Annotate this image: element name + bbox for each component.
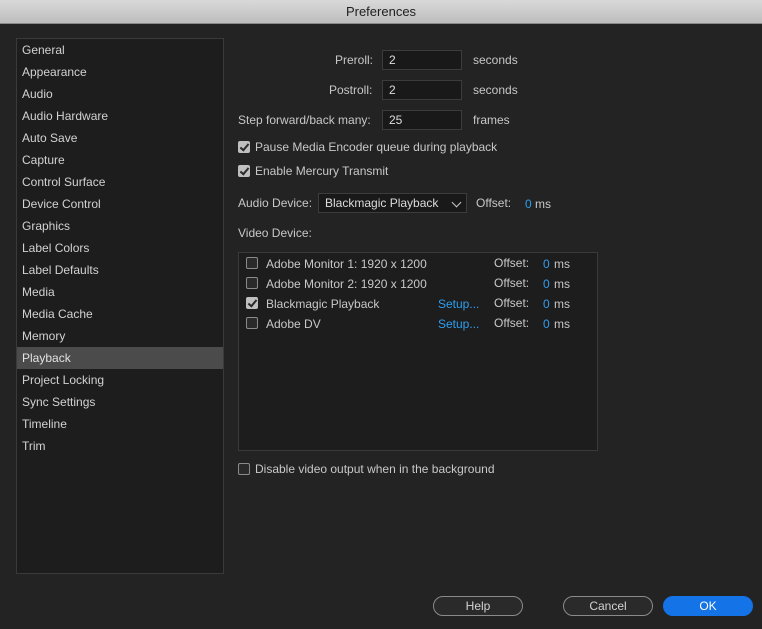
sidebar-item-capture[interactable]: Capture bbox=[17, 149, 223, 171]
sidebar-item-timeline[interactable]: Timeline bbox=[17, 413, 223, 435]
mercury-transmit-checkbox[interactable] bbox=[238, 165, 250, 177]
audio-device-value: Blackmagic Playback bbox=[325, 196, 439, 210]
sidebar-item-control-surface[interactable]: Control Surface bbox=[17, 171, 223, 193]
sidebar-item-label-colors[interactable]: Label Colors bbox=[17, 237, 223, 259]
video-device-name: Adobe Monitor 2: 1920 x 1200 bbox=[266, 277, 427, 291]
sidebar-item-audio[interactable]: Audio bbox=[17, 83, 223, 105]
sidebar-item-memory[interactable]: Memory bbox=[17, 325, 223, 347]
postroll-label: Postroll: bbox=[329, 83, 373, 97]
step-label: Step forward/back many: bbox=[238, 113, 371, 127]
video-device-offset-label: Offset: bbox=[494, 256, 530, 270]
cancel-button[interactable]: Cancel bbox=[563, 596, 653, 616]
preroll-field[interactable]: 2 bbox=[382, 50, 462, 70]
video-device-offset-label: Offset: bbox=[494, 316, 530, 330]
window-title: Preferences bbox=[345, 4, 417, 19]
video-device-offset-value[interactable]: 0 bbox=[543, 317, 550, 331]
video-device-offset-label: Offset: bbox=[494, 276, 530, 290]
postroll-unit: seconds bbox=[473, 83, 518, 97]
video-device-label: Video Device: bbox=[238, 226, 312, 240]
step-unit: frames bbox=[473, 113, 510, 127]
help-button[interactable]: Help bbox=[433, 596, 523, 616]
video-device-name: Adobe DV bbox=[266, 317, 321, 331]
video-device-offset-unit: ms bbox=[554, 257, 570, 271]
sidebar-item-sync-settings[interactable]: Sync Settings bbox=[17, 391, 223, 413]
step-field[interactable]: 25 bbox=[382, 110, 462, 130]
video-device-name: Blackmagic Playback bbox=[266, 297, 380, 311]
mercury-transmit-label: Enable Mercury Transmit bbox=[255, 164, 389, 178]
pause-encoder-checkbox[interactable] bbox=[238, 141, 250, 153]
pause-encoder-label: Pause Media Encoder queue during playbac… bbox=[255, 140, 498, 154]
sidebar-item-audio-hardware[interactable]: Audio Hardware bbox=[17, 105, 223, 127]
preroll-label: Preroll: bbox=[335, 53, 374, 67]
preroll-unit: seconds bbox=[473, 53, 518, 67]
postroll-field[interactable]: 2 bbox=[382, 80, 462, 100]
sidebar-item-general[interactable]: General bbox=[17, 39, 223, 61]
video-device-offset-label: Offset: bbox=[494, 296, 530, 310]
video-device-offset-unit: ms bbox=[554, 297, 570, 311]
disable-video-bg-label: Disable video output when in the backgro… bbox=[255, 462, 495, 476]
video-device-checkbox[interactable] bbox=[246, 257, 258, 269]
sidebar-item-playback[interactable]: Playback bbox=[17, 347, 223, 369]
audio-device-dropdown[interactable]: Blackmagic Playback bbox=[318, 193, 467, 213]
video-device-offset-unit: ms bbox=[554, 317, 570, 331]
sidebar-item-media[interactable]: Media bbox=[17, 281, 223, 303]
video-device-offset-value[interactable]: 0 bbox=[543, 277, 550, 291]
sidebar-item-auto-save[interactable]: Auto Save bbox=[17, 127, 223, 149]
sidebar-item-trim[interactable]: Trim bbox=[17, 435, 223, 457]
video-device-offset-value[interactable]: 0 bbox=[543, 257, 550, 271]
audio-device-label: Audio Device: bbox=[238, 196, 313, 210]
sidebar-item-graphics[interactable]: Graphics bbox=[17, 215, 223, 237]
chevron-down-icon bbox=[451, 197, 462, 208]
video-device-name: Adobe Monitor 1: 1920 x 1200 bbox=[266, 257, 427, 271]
audio-offset-unit: ms bbox=[535, 197, 551, 211]
sidebar-item-media-cache[interactable]: Media Cache bbox=[17, 303, 223, 325]
sidebar-item-project-locking[interactable]: Project Locking bbox=[17, 369, 223, 391]
sidebar-item-appearance[interactable]: Appearance bbox=[17, 61, 223, 83]
video-device-checkbox[interactable] bbox=[246, 317, 258, 329]
window-title-bar: Preferences bbox=[0, 0, 762, 24]
video-device-offset-value[interactable]: 0 bbox=[543, 297, 550, 311]
video-device-checkbox[interactable] bbox=[246, 297, 258, 309]
sidebar-item-label-defaults[interactable]: Label Defaults bbox=[17, 259, 223, 281]
video-device-setup-link[interactable]: Setup... bbox=[438, 317, 479, 331]
video-device-checkbox[interactable] bbox=[246, 277, 258, 289]
video-device-offset-unit: ms bbox=[554, 277, 570, 291]
ok-button[interactable]: OK bbox=[663, 596, 753, 616]
video-device-setup-link[interactable]: Setup... bbox=[438, 297, 479, 311]
audio-offset-value[interactable]: 0 bbox=[525, 197, 532, 211]
audio-offset-label: Offset: bbox=[476, 196, 512, 210]
preferences-sidebar: General Appearance Audio Audio Hardware … bbox=[16, 38, 224, 574]
disable-video-bg-checkbox[interactable] bbox=[238, 463, 250, 475]
sidebar-item-device-control[interactable]: Device Control bbox=[17, 193, 223, 215]
